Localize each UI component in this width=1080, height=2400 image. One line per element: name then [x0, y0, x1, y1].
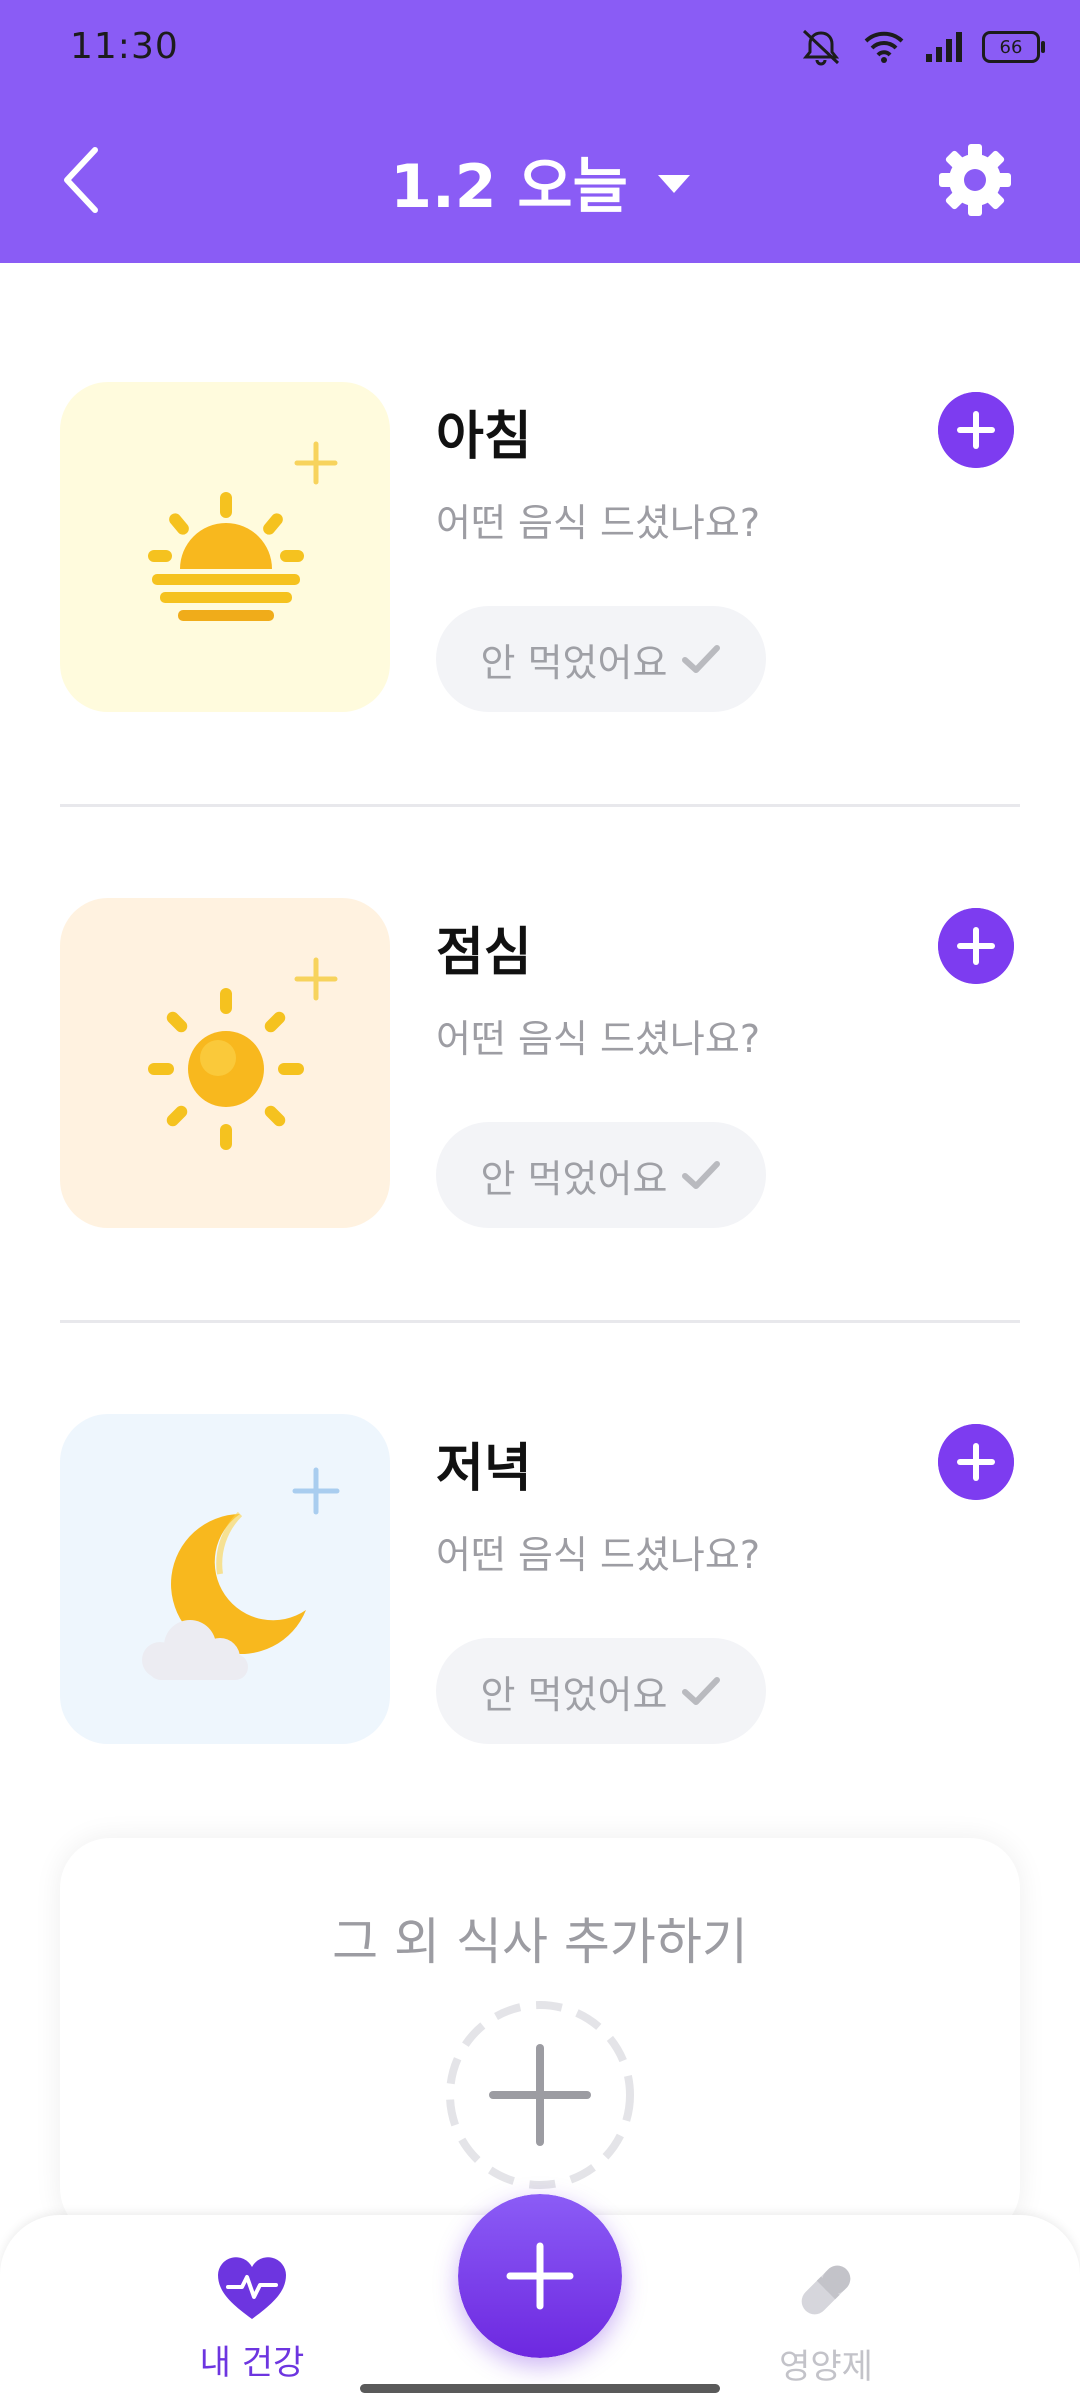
tab-label: 영양제: [779, 2347, 873, 2387]
add-extra-meal-icon[interactable]: [443, 1998, 637, 2192]
extra-meal-card[interactable]: 그 외 식사 추가하기: [60, 1838, 1020, 2238]
skip-meal-button[interactable]: 안 먹었어요: [436, 1638, 766, 1744]
pill-icon: [801, 2265, 851, 2315]
page-title: 1.2 오늘: [390, 152, 628, 222]
check-icon: [682, 1161, 721, 1189]
mute-icon: [802, 29, 840, 66]
skip-label: 안 먹었어요: [480, 1156, 668, 1201]
add-dinner-button[interactable]: [938, 1424, 1014, 1500]
divider: [60, 804, 1020, 807]
meal-question: 어떤 음식 드셨나요?: [436, 1017, 761, 1061]
sun-icon: [148, 957, 338, 1150]
add-lunch-button[interactable]: [938, 908, 1014, 984]
meal-title: 아침: [436, 407, 532, 467]
gear-icon[interactable]: [938, 143, 1012, 217]
battery-indicator: 66: [982, 31, 1045, 63]
app-header: 11:30 66 1.2 오늘: [0, 0, 1080, 263]
signal-icon: [926, 32, 962, 62]
meal-question: 어떤 음식 드셨나요?: [436, 501, 761, 545]
heart-pulse-icon: [218, 2257, 286, 2319]
check-icon: [682, 1677, 721, 1705]
date-selector[interactable]: 1.2 오늘: [0, 138, 1080, 225]
chevron-down-icon: [657, 175, 690, 194]
meal-question: 어떤 음식 드셨나요?: [436, 1533, 761, 1577]
meal-title: 점심: [436, 923, 532, 983]
home-indicator[interactable]: [360, 2384, 720, 2393]
add-breakfast-button[interactable]: [938, 392, 1014, 468]
status-time: 11:30: [70, 26, 179, 67]
tab-my-health[interactable]: 내 건강: [152, 2255, 352, 2384]
breakfast-card[interactable]: [60, 382, 390, 712]
sunrise-icon: [148, 441, 338, 621]
skip-label: 안 먹었어요: [480, 640, 668, 685]
add-fab-button[interactable]: [458, 2194, 622, 2358]
dinner-card[interactable]: [60, 1414, 390, 1744]
meal-breakfast: 아침 어떤 음식 드셨나요? 안 먹었어요: [60, 382, 1020, 712]
extra-meal-title: 그 외 식사 추가하기: [332, 1913, 748, 1971]
status-icons: 66: [798, 24, 1045, 70]
skip-meal-button[interactable]: 안 먹었어요: [436, 1122, 766, 1228]
tab-supplements[interactable]: 영양제: [726, 2255, 926, 2388]
lunch-card[interactable]: [60, 898, 390, 1228]
divider: [60, 1320, 1020, 1323]
meal-title: 저녁: [436, 1439, 532, 1499]
moon-cloud-icon: [142, 1467, 340, 1680]
skip-meal-button[interactable]: 안 먹었어요: [436, 606, 766, 712]
tab-label: 내 건강: [199, 2343, 305, 2383]
skip-label: 안 먹었어요: [480, 1672, 668, 1717]
meal-lunch: 점심 어떤 음식 드셨나요? 안 먹었어요: [60, 898, 1020, 1228]
wifi-icon: [864, 31, 904, 63]
meal-dinner: 저녁 어떤 음식 드셨나요? 안 먹었어요: [60, 1414, 1020, 1744]
check-icon: [682, 645, 721, 673]
